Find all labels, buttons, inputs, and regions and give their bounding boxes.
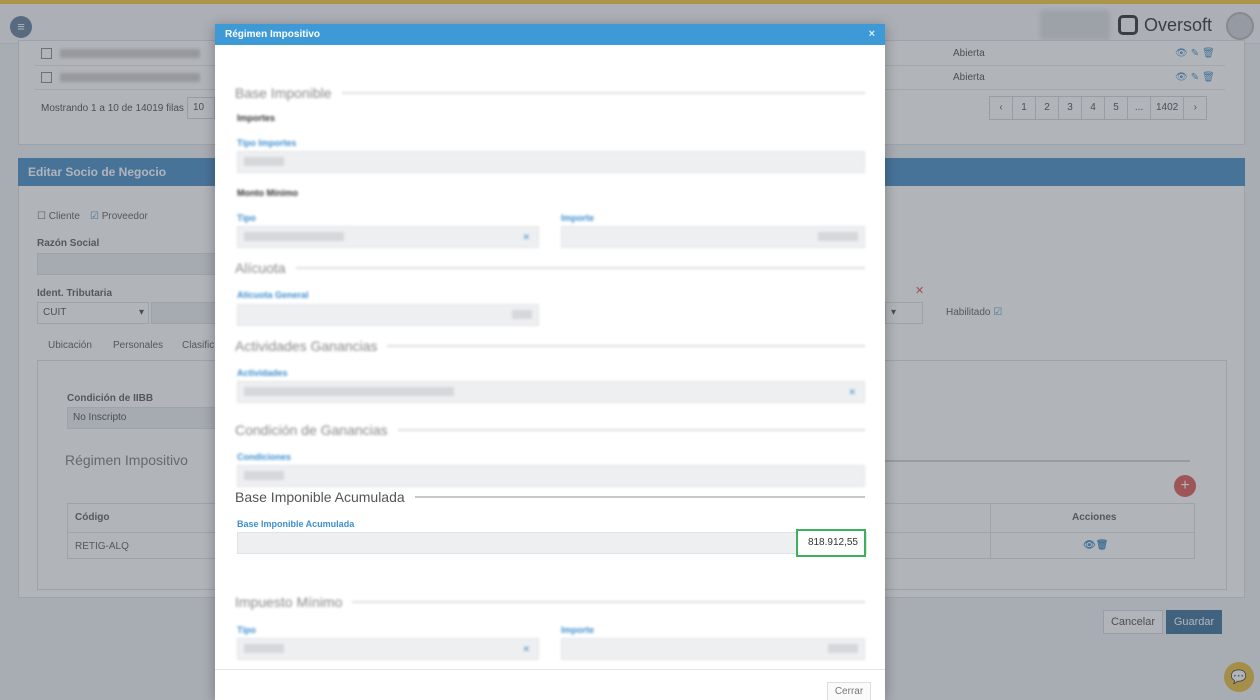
regimen-impositivo-modal: Régimen Impositivo × Base Imponible Impo…: [215, 24, 885, 700]
section-actividades-ganancias: Actividades Ganancias: [235, 338, 865, 354]
section-alicuota: Alícuota: [235, 260, 865, 276]
section-condicion-ganancias-title: Condición de Ganancias: [235, 422, 388, 438]
section-impuesto-minimo: Impuesto Mínimo: [235, 594, 865, 610]
modal-footer-divider: [215, 669, 885, 670]
section-condicion-ganancias: Condición de Ganancias: [235, 422, 865, 438]
tipo-label: Tipo: [237, 213, 256, 223]
condiciones-label: Condiciones: [237, 452, 292, 462]
importe-label: Importe: [561, 213, 595, 223]
section-base-imponible: Base Imponible: [235, 85, 865, 101]
section-alicuota-title: Alícuota: [235, 260, 286, 276]
impuesto-importe-label: Importe: [561, 625, 595, 635]
section-base-acumulada: Base Imponible Acumulada: [235, 489, 865, 505]
impuesto-importe-input[interactable]: [561, 638, 865, 660]
section-base-acumulada-title: Base Imponible Acumulada: [235, 489, 405, 505]
section-impuesto-minimo-title: Impuesto Mínimo: [235, 594, 343, 610]
condiciones-select[interactable]: [237, 465, 865, 487]
importes-label: Importes: [237, 113, 276, 123]
actividades-select[interactable]: ✕: [237, 381, 865, 403]
tipo-importes-select[interactable]: [237, 151, 865, 173]
monto-minimo-label: Monto Mínimo: [237, 188, 298, 198]
modal-title: Régimen Impositivo: [225, 29, 321, 40]
base-acumulada-label: Base Imponible Acumulada: [237, 519, 355, 529]
impuesto-tipo-select[interactable]: ✕: [237, 638, 539, 660]
base-acumulada-value: 818.912,55: [796, 529, 866, 557]
alicuota-general-label: Alícuota General: [237, 290, 309, 300]
close-button[interactable]: Cerrar: [827, 682, 871, 700]
monto-minimo-importe-input[interactable]: [561, 226, 865, 248]
section-base-imponible-title: Base Imponible: [235, 85, 332, 101]
close-icon[interactable]: ×: [869, 24, 875, 45]
monto-minimo-tipo-select[interactable]: ✕: [237, 226, 539, 248]
section-actividades-ganancias-title: Actividades Ganancias: [235, 338, 378, 354]
impuesto-tipo-label: Tipo: [237, 625, 256, 635]
tipo-importes-label: Tipo Importes: [237, 138, 297, 148]
alicuota-general-input[interactable]: [237, 304, 539, 326]
actividades-label: Actividades: [237, 368, 288, 378]
base-acumulada-field: [237, 532, 867, 554]
modal-header: Régimen Impositivo ×: [215, 24, 885, 45]
